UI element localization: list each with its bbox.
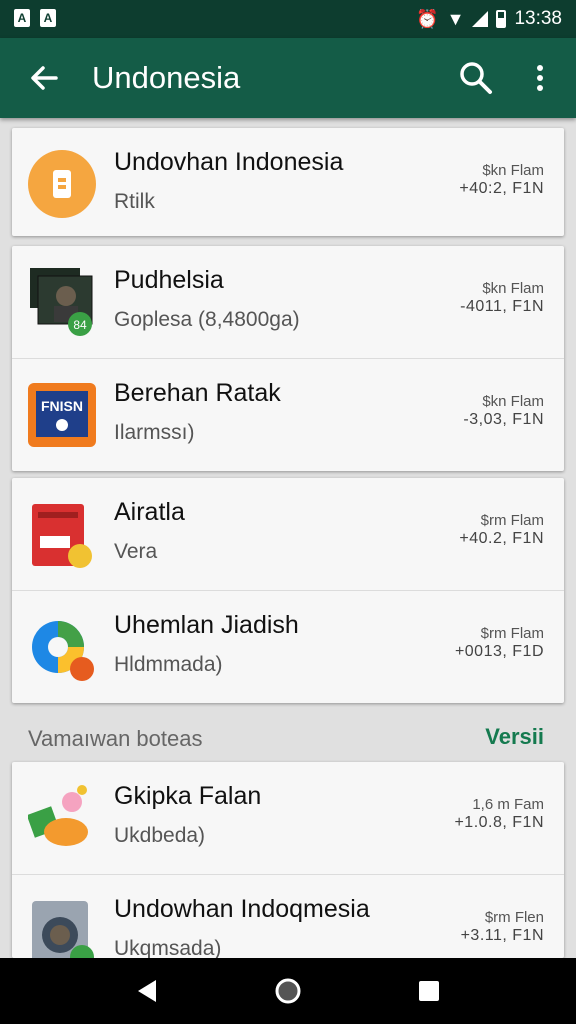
app-card: 84 Pudhelsia Goplesa (8,4800ga) $kn Flam… <box>12 246 564 471</box>
item-value: +40.2, F1N <box>459 530 544 547</box>
list-item[interactable]: Undovhan Indonesia Rtilk $kn Flam +40:2,… <box>12 128 564 236</box>
list-item[interactable]: Undowhan Indoqmesia Ukqmsada) $rm Flen +… <box>12 874 564 958</box>
media-icon: 84 <box>30 268 93 336</box>
nav-recents-icon[interactable] <box>412 974 446 1008</box>
list-item[interactable]: FNISN Berehan Ratak Ilarmssı) $kn Flam -… <box>12 358 564 471</box>
list-item[interactable]: Uhemlan Jiadish Hldmmada) $rm Flam +0013… <box>12 590 564 703</box>
item-name: Pudhelsia <box>114 266 224 294</box>
more-options-icon[interactable] <box>520 58 560 98</box>
section-label: Vamaıwan boteas <box>28 726 203 751</box>
tv-icon: FNISN <box>28 383 96 447</box>
image-notification-icon: A <box>40 9 56 27</box>
item-subtitle: Ukdbeda) <box>114 824 206 847</box>
item-name: Uhemlan Jiadish <box>114 611 299 639</box>
notification-icon: A <box>14 9 30 27</box>
signal-icon <box>472 11 489 27</box>
item-subtitle: Ukqmsada) <box>114 937 222 958</box>
item-subtitle: Hldmmada) <box>114 653 223 676</box>
item-size: $rm Flam <box>480 512 544 529</box>
item-value: -3,03, F1N <box>463 411 544 428</box>
app-card: Undovhan Indonesia Rtilk $kn Flam +40:2,… <box>12 128 564 236</box>
wifi-icon: ▼ <box>446 9 465 29</box>
item-name: Berehan Ratak <box>114 379 281 407</box>
status-time: 13:38 <box>514 8 562 29</box>
item-value: -4011, F1N <box>460 298 544 315</box>
svg-text:84: 84 <box>73 318 87 332</box>
item-name: Gkipka Falan <box>114 782 262 810</box>
item-value: +40:2, F1N <box>459 180 544 197</box>
alarm-icon: ⏰ <box>416 9 439 29</box>
app-card: Gkipka Falan Ukdbeda) 1,6 m Fam +1.0.8, … <box>12 762 564 958</box>
app-card: Airatla Vera $rm Flam +40.2, F1N Uhemlan… <box>12 478 564 703</box>
item-subtitle: Rtilk <box>114 190 155 213</box>
item-size: $rm Flam <box>480 625 544 642</box>
battery-icon <box>496 10 507 28</box>
page-title: Undonesia <box>92 60 241 95</box>
item-subtitle: Ilarmssı) <box>114 421 195 444</box>
list-item[interactable]: Airatla Vera $rm Flam +40.2, F1N <box>12 478 564 590</box>
item-name: Undowhan Indoqmesia <box>114 895 370 923</box>
item-size: $rm Flen <box>484 909 544 926</box>
section-action-link[interactable]: Versii <box>485 724 544 750</box>
item-name: Undovhan Indonesia <box>114 148 344 176</box>
item-size: $kn Flam <box>482 280 544 297</box>
phone-icon <box>28 150 96 218</box>
item-size: $kn Flam <box>482 162 544 179</box>
item-value: +0013, F1D <box>454 643 544 660</box>
item-value: +3.11, F1N <box>460 927 544 944</box>
item-name: Airatla <box>114 498 185 526</box>
svg-text:FNISN: FNISN <box>41 398 83 414</box>
search-icon[interactable] <box>456 58 496 98</box>
item-size: 1,6 m Fam <box>472 796 544 813</box>
item-size: $kn Flam <box>482 393 544 410</box>
navigation-bar <box>0 958 576 1024</box>
nav-home-icon[interactable] <box>271 974 305 1008</box>
box-icon <box>32 504 92 568</box>
item-subtitle: Vera <box>114 540 158 563</box>
list-item[interactable]: Gkipka Falan Ukdbeda) 1,6 m Fam +1.0.8, … <box>12 762 564 874</box>
list-item[interactable]: 84 Pudhelsia Goplesa (8,4800ga) $kn Flam… <box>12 246 564 358</box>
washer-icon <box>32 901 94 958</box>
item-subtitle: Goplesa (8,4800ga) <box>114 308 300 331</box>
character-icon <box>28 785 88 846</box>
status-bar: A A ⏰ ▼ 13:38 <box>0 0 576 38</box>
section-header: Vamaıwan boteas Versii <box>0 720 576 760</box>
back-arrow-icon[interactable] <box>24 58 64 98</box>
chat-icon <box>32 621 94 681</box>
app-bar: Undonesia <box>0 38 576 118</box>
nav-back-icon[interactable] <box>130 974 164 1008</box>
item-value: +1.0.8, F1N <box>454 814 544 831</box>
